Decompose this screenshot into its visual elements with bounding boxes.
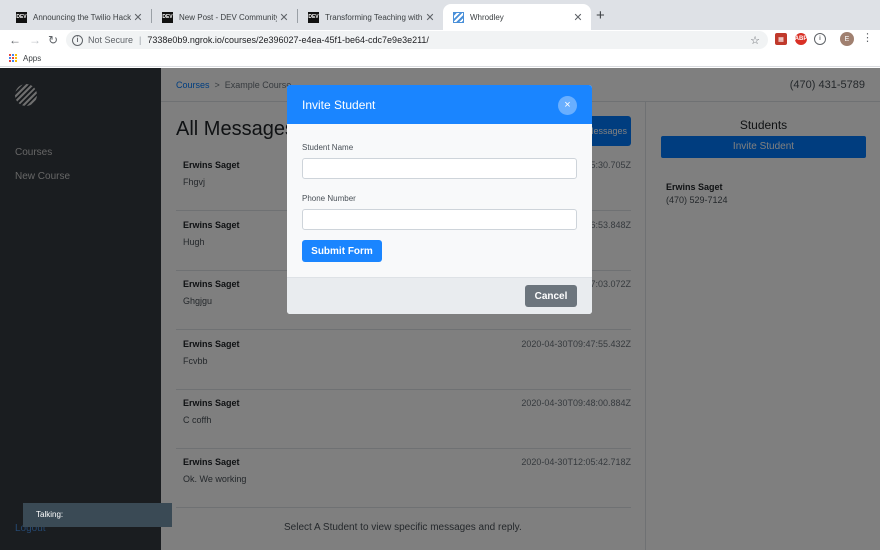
close-icon[interactable]: ✕ <box>277 11 291 24</box>
browser-tab-bar: DEV Announcing the Twilio Hackath ✕ DEV … <box>0 0 880 30</box>
more-menu-icon[interactable]: ⋮ <box>862 31 873 44</box>
dev-icon: DEV <box>308 11 319 23</box>
browser-tab-active[interactable]: Whrodley ✕ <box>443 4 591 30</box>
browser-toolbar: ← → ↻ i Not Secure | 7338e0b9.ngrok.io/c… <box>0 30 880 50</box>
forward-icon[interactable]: → <box>29 30 41 50</box>
modal-header: Invite Student × <box>287 85 592 124</box>
security-status: Not Secure <box>88 35 134 45</box>
close-icon[interactable]: ✕ <box>423 11 437 24</box>
address-bar[interactable]: i Not Secure | 7338e0b9.ngrok.io/courses… <box>66 31 768 49</box>
new-tab-icon[interactable]: + <box>596 7 605 24</box>
back-icon[interactable]: ← <box>9 30 21 50</box>
close-icon[interactable]: ✕ <box>131 11 145 24</box>
student-name-input[interactable] <box>302 158 577 179</box>
close-icon[interactable]: × <box>558 96 577 115</box>
browser-tab[interactable]: DEV Transforming Teaching with Te ✕ <box>298 4 443 30</box>
extension-icon[interactable]: ▦ <box>775 33 787 45</box>
bookmarks-bar: Apps <box>0 50 880 67</box>
apps-grid-icon[interactable] <box>9 53 18 63</box>
adblock-icon[interactable]: ABP <box>795 33 807 45</box>
browser-tab[interactable]: DEV New Post - DEV Community 🦄 ✕ <box>152 4 297 30</box>
profile-avatar[interactable]: E <box>840 32 854 46</box>
phone-number-label: Phone Number <box>302 194 356 203</box>
talking-toast: Talking: <box>23 503 172 527</box>
info-icon[interactable]: i <box>72 34 83 46</box>
dev-icon: DEV <box>162 11 173 23</box>
modal-body: Student Name Phone Number Submit Form <box>287 124 592 277</box>
invite-student-modal: Invite Student × Student Name Phone Numb… <box>287 85 592 314</box>
url-text[interactable]: 7338e0b9.ngrok.io/courses/2e396027-e4ea-… <box>147 35 429 45</box>
cancel-button[interactable]: Cancel <box>525 285 577 307</box>
bookmark-apps[interactable]: Apps <box>23 54 41 63</box>
phone-number-input[interactable] <box>302 209 577 230</box>
modal-title: Invite Student <box>302 98 376 112</box>
dev-icon: DEV <box>16 11 27 23</box>
omnibox-divider: | <box>139 35 142 45</box>
modal-footer: Cancel <box>287 277 592 314</box>
star-icon[interactable]: ☆ <box>750 34 760 47</box>
reload-icon[interactable]: ↻ <box>48 30 58 50</box>
whrodley-icon <box>453 11 464 23</box>
submit-form-button[interactable]: Submit Form <box>302 240 382 262</box>
extension-info-icon[interactable]: i <box>814 33 826 45</box>
browser-tab[interactable]: DEV Announcing the Twilio Hackath ✕ <box>6 4 151 30</box>
close-icon[interactable]: ✕ <box>571 11 585 24</box>
app-root: Courses New Course Logout Courses>Exampl… <box>0 68 880 550</box>
student-name-label: Student Name <box>302 143 354 152</box>
